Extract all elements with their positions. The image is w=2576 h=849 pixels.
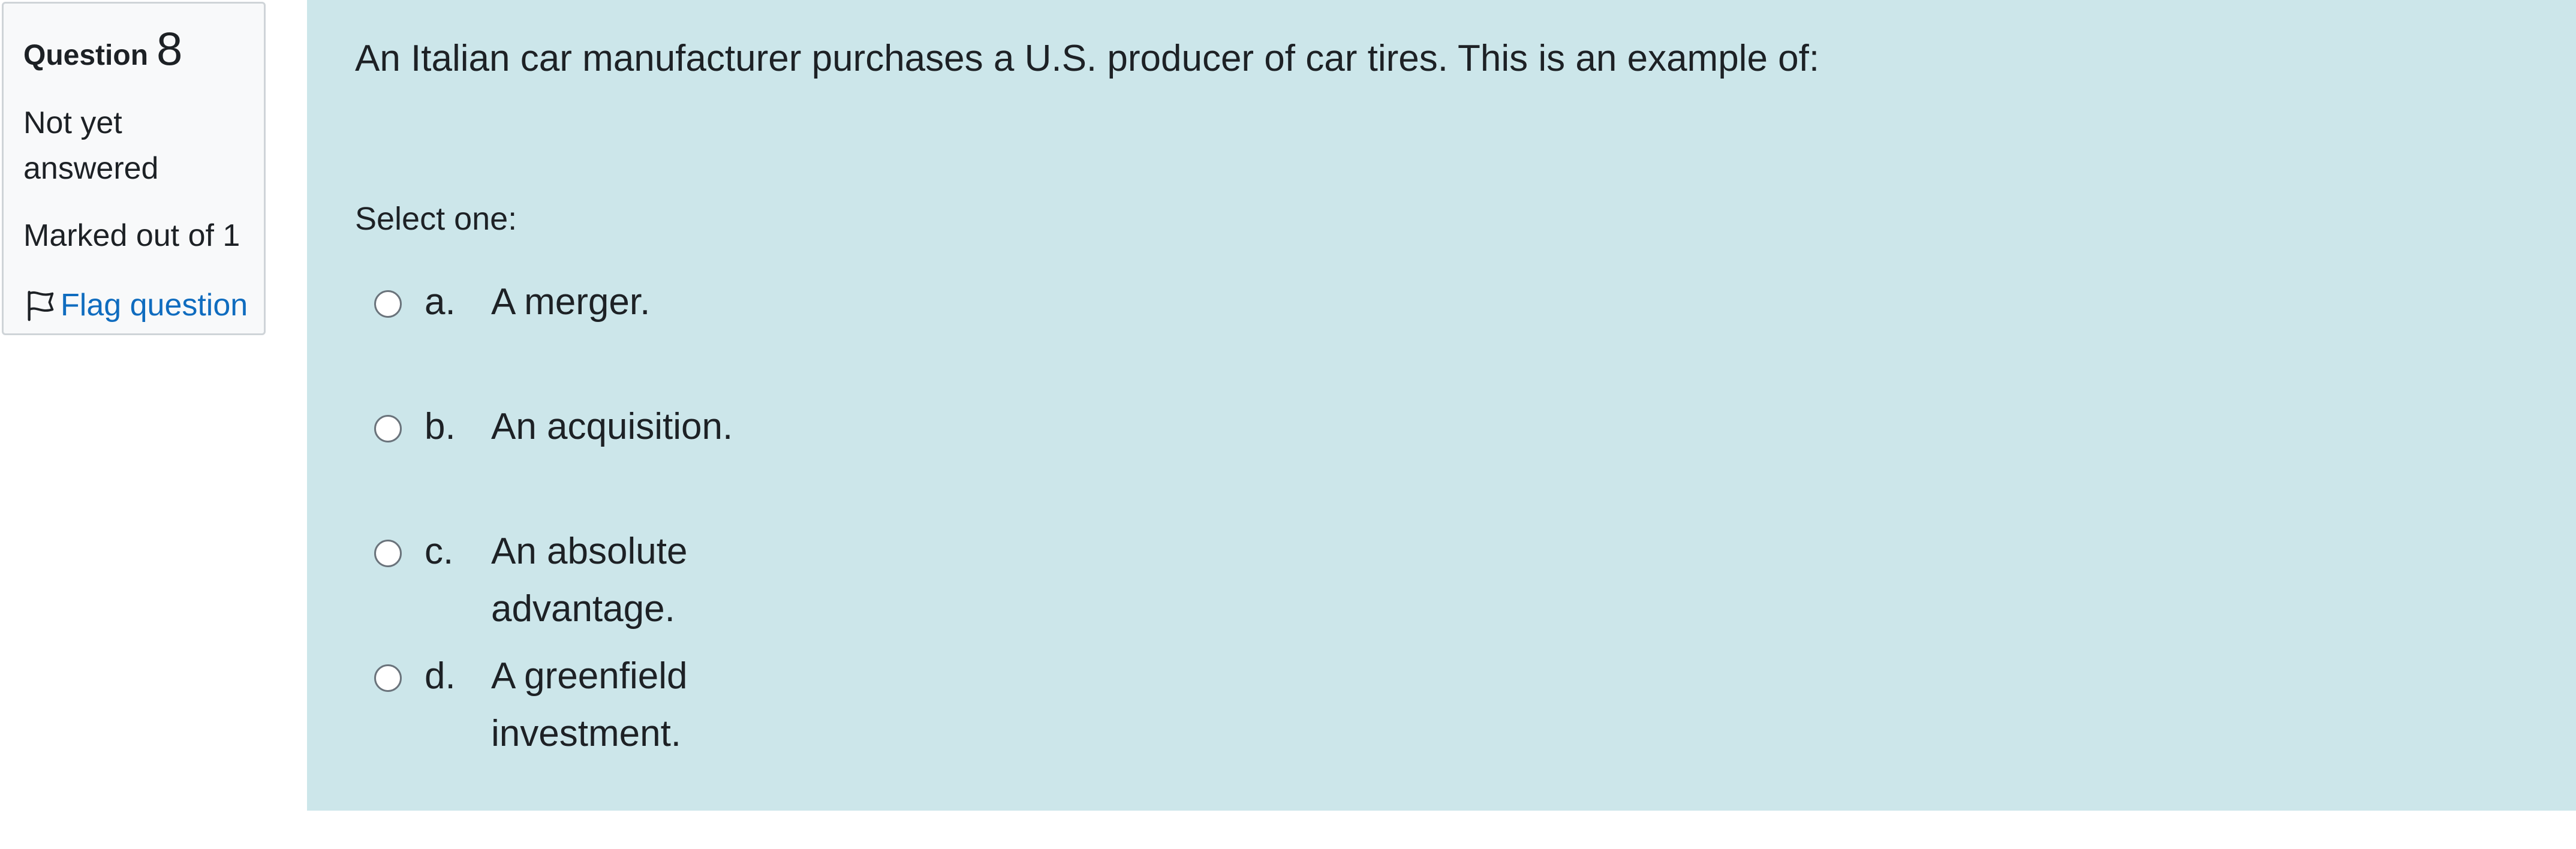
answer-text-c[interactable]: An absolute advantage.	[491, 523, 743, 638]
answer-text-b[interactable]: An acquisition.	[491, 398, 743, 456]
answer-option-b[interactable]: b. An acquisition.	[374, 406, 743, 456]
answer-letter-b: b.	[425, 406, 456, 447]
question-info-panel: Question 8 Not yet answered Marked out o…	[2, 2, 266, 335]
answer-letter-d: d.	[425, 655, 456, 697]
radio-button-a[interactable]	[374, 290, 402, 318]
question-text: An Italian car manufacturer purchases a …	[355, 38, 1820, 79]
radio-button-b[interactable]	[374, 415, 402, 442]
flag-icon	[28, 291, 54, 321]
answer-option-a[interactable]: a. A merger.	[374, 281, 743, 331]
answer-option-d[interactable]: d. A greenfield investment.	[374, 655, 743, 763]
question-state: Not yet answered	[23, 106, 159, 186]
flag-question-label: Flag question	[61, 288, 248, 323]
question-number: 8	[157, 22, 183, 75]
answer-text-d[interactable]: A greenfield investment.	[491, 648, 743, 763]
radio-button-c[interactable]	[374, 540, 402, 567]
question-heading: Question 8	[23, 22, 264, 76]
answer-letter-a: a.	[425, 281, 456, 323]
flag-question-link[interactable]: Flag question	[23, 282, 264, 328]
answer-text-a[interactable]: A merger.	[491, 273, 743, 331]
answer-letter-c: c.	[425, 531, 454, 572]
select-prompt: Select one:	[355, 201, 517, 237]
question-content: An Italian car manufacturer purchases a …	[307, 0, 2576, 811]
question-label: Question	[23, 40, 149, 71]
answer-option-c[interactable]: c. An absolute advantage.	[374, 531, 743, 638]
radio-button-d[interactable]	[374, 664, 402, 692]
question-grade: Marked out of 1	[23, 218, 240, 253]
